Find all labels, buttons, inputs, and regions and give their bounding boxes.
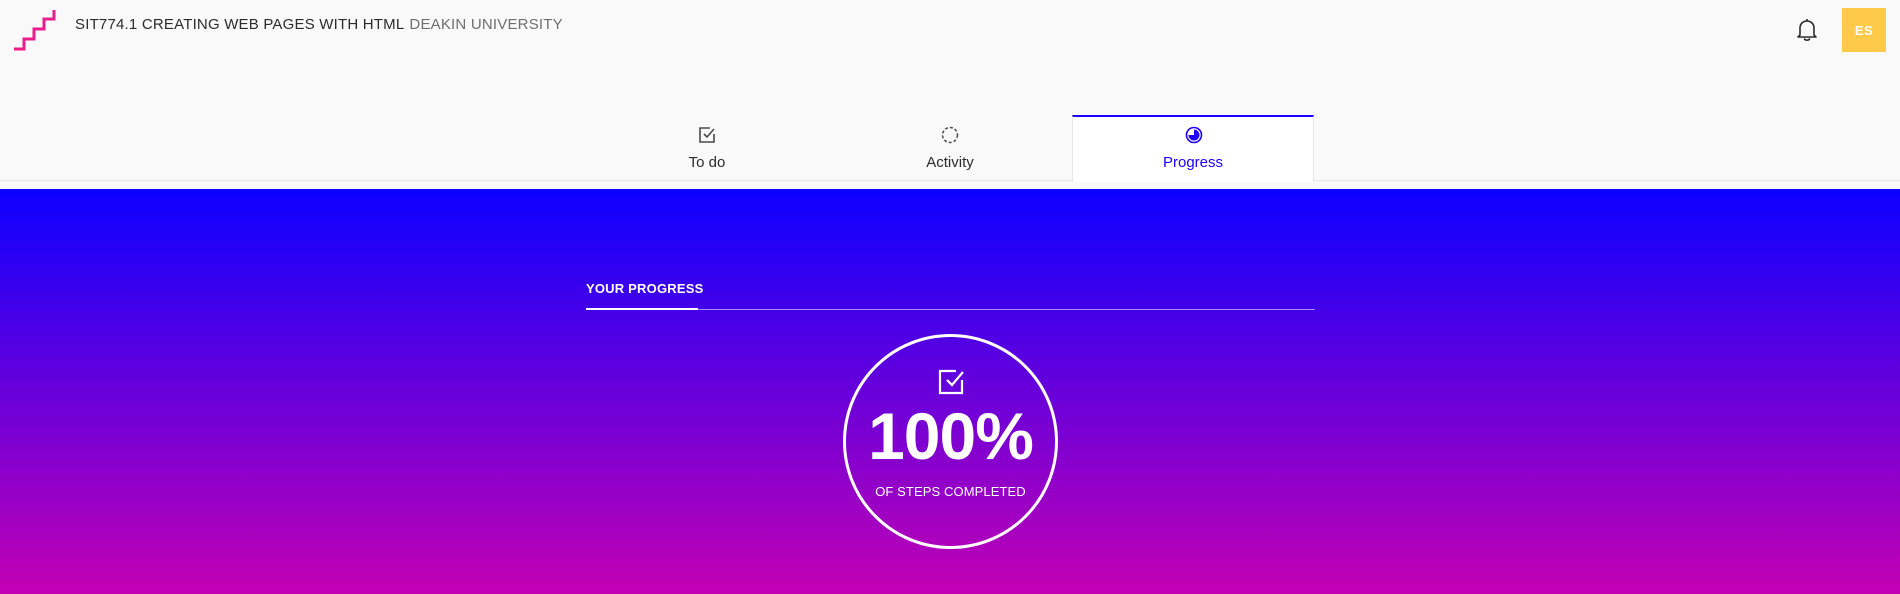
checkbox-icon (699, 127, 715, 143)
course-name: SIT774.1 CREATING WEB PAGES WITH HTML (75, 16, 405, 33)
checkbox-icon (938, 369, 964, 395)
university-name: DEAKIN UNIVERSITY (409, 16, 563, 33)
tab-progress-label: Progress (1162, 154, 1224, 171)
course-title[interactable]: SIT774.1 CREATING WEB PAGES WITH HTML DEA… (75, 16, 563, 33)
staircase-logo-icon[interactable] (13, 9, 59, 51)
top-header: SIT774.1 CREATING WEB PAGES WITH HTML DEA… (0, 0, 1900, 115)
heading-underline (586, 308, 698, 310)
tab-activity-label: Activity (926, 154, 974, 171)
tab-todo[interactable]: To do (586, 115, 828, 181)
progress-caption: OF STEPS COMPLETED (875, 484, 1026, 499)
your-progress-heading: YOUR PROGRESS (586, 281, 704, 296)
progress-circle: 100% OF STEPS COMPLETED (843, 334, 1058, 549)
tab-progress[interactable]: Progress (1072, 115, 1314, 182)
progress-percent: 100% (868, 399, 1034, 473)
bell-icon[interactable] (1794, 17, 1820, 43)
tab-activity[interactable]: Activity (829, 115, 1071, 181)
tab-todo-label: To do (688, 154, 726, 171)
dashed-circle-icon (941, 126, 959, 144)
progress-circle-icon (1185, 126, 1203, 144)
tab-bar: To do Activity Progress (0, 115, 1900, 182)
user-avatar[interactable]: ES (1842, 8, 1886, 52)
progress-panel: YOUR PROGRESS 100% OF STEPS COMPLETED (0, 189, 1900, 594)
